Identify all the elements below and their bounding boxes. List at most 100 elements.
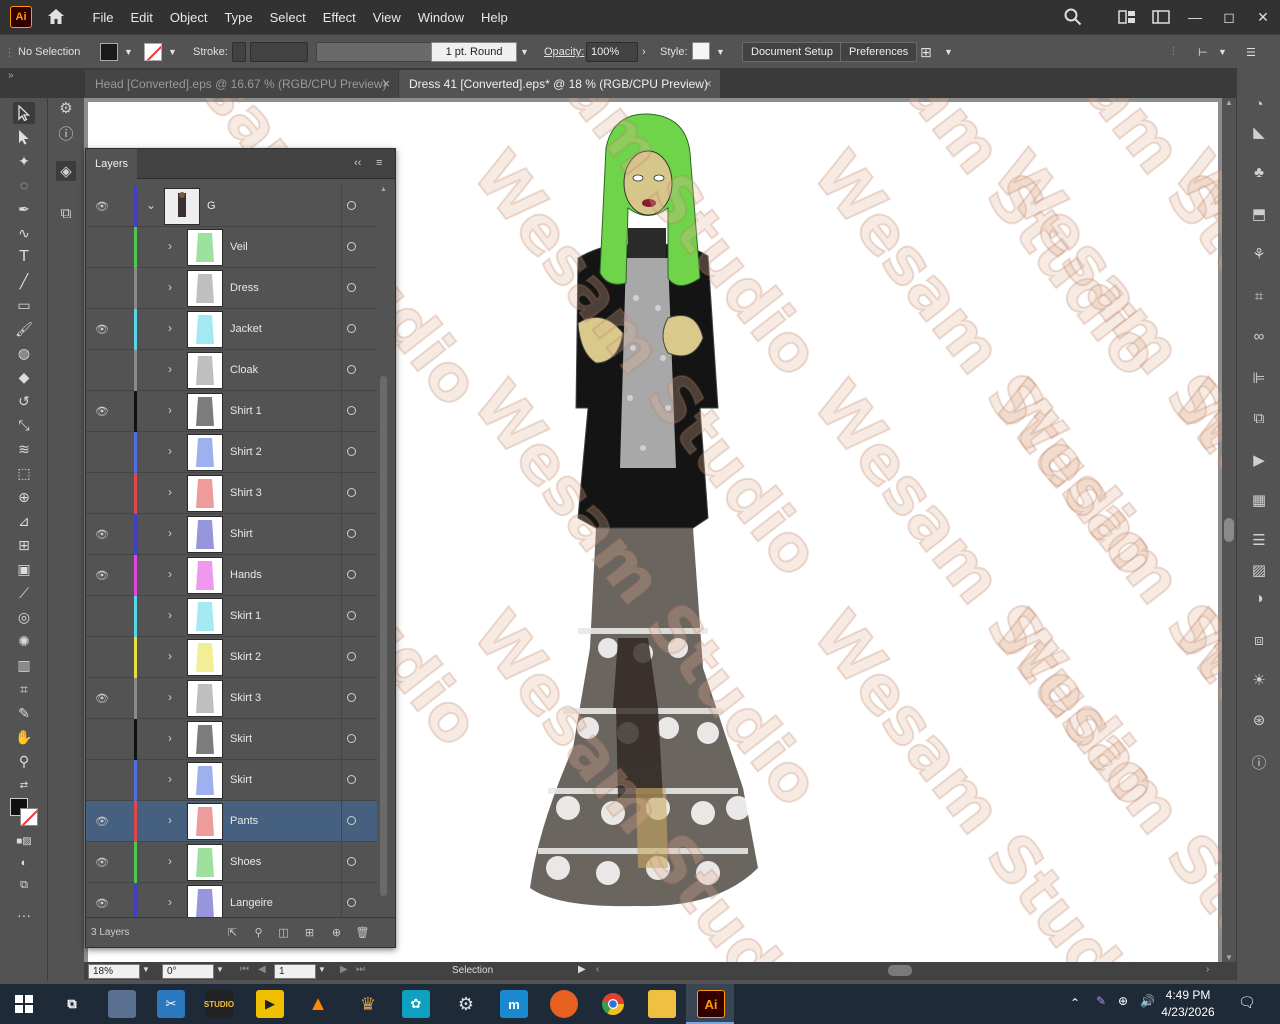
vlc-icon[interactable]: ▲ (304, 990, 332, 1018)
layer-row[interactable]: › Cloak (86, 350, 377, 391)
selection-tool-icon[interactable] (13, 102, 35, 124)
stroke-stepper[interactable] (232, 42, 246, 62)
chevron-down-icon[interactable]: ▼ (716, 42, 725, 62)
eraser-tool-icon[interactable]: ◆ (13, 366, 35, 388)
target-circle-icon[interactable] (347, 365, 356, 374)
info-icon[interactable]: ⓘ (56, 123, 76, 143)
chevron-down-icon[interactable]: ▼ (124, 47, 133, 57)
workspace-icon[interactable] (1144, 0, 1178, 34)
target-circle-icon[interactable] (347, 734, 356, 743)
visibility-eye-icon[interactable]: 👁 (95, 855, 109, 869)
maximize-icon[interactable]: ◻ (1212, 0, 1246, 34)
target-circle-icon[interactable] (347, 283, 356, 292)
edit-toolbar-icon[interactable]: ··· (13, 904, 35, 926)
delete-icon[interactable]: 🗑 (356, 926, 370, 939)
layer-row[interactable]: 👁 › Hands (86, 555, 377, 596)
chevron-right-icon[interactable]: › (168, 526, 172, 540)
layer-row[interactable]: 👁 › Shirt (86, 514, 377, 555)
close-icon[interactable]: ✕ (1246, 0, 1280, 34)
draw-mode-icon[interactable]: ◐ (13, 852, 35, 874)
chevron-right-icon[interactable]: › (168, 854, 172, 868)
target-circle-icon[interactable] (347, 857, 356, 866)
locate-object-icon[interactable]: ⚲ (252, 926, 265, 939)
variable-width-dropdown[interactable] (316, 42, 434, 62)
minimize-icon[interactable]: — (1178, 0, 1212, 34)
artboards-icon[interactable]: ⧉ (56, 203, 76, 223)
chevron-right-icon[interactable]: › (168, 280, 172, 294)
visibility-eye-icon[interactable] (95, 773, 109, 787)
chevron-right-icon[interactable]: › (168, 362, 172, 376)
chevron-right-icon[interactable]: › (168, 813, 172, 827)
scroll-up-icon[interactable]: ▲ (380, 186, 387, 193)
collapse-toolbar-icon[interactable]: » (8, 70, 14, 81)
menu-file[interactable]: File (84, 10, 122, 25)
close-icon[interactable]: × (382, 76, 390, 91)
gradient-panel-icon[interactable]: ◣ (1249, 122, 1269, 142)
visibility-eye-icon[interactable]: 👁 (95, 404, 109, 418)
snipping-tool-icon[interactable]: ✂ (157, 990, 185, 1018)
scroll-thumb[interactable] (1224, 518, 1234, 542)
chevron-down-icon[interactable]: ▼ (318, 965, 326, 974)
utility-app-icon[interactable]: ⚙ (452, 990, 480, 1018)
arrange-documents-icon[interactable] (1110, 0, 1144, 34)
perspective-grid-tool-icon[interactable]: ⊿ (13, 510, 35, 532)
chevron-right-icon[interactable]: › (168, 567, 172, 581)
scroll-up-icon[interactable]: ▲ (1225, 98, 1233, 107)
tab-dress[interactable]: Dress 41 [Converted].eps* @ 18 % (RGB/CP… (399, 70, 720, 98)
swap-fill-stroke-icon[interactable]: ⇄ (13, 774, 35, 796)
opacity-label[interactable]: Opacity: (544, 42, 584, 62)
mesh-tool-icon[interactable]: ⊞ (13, 534, 35, 556)
pen-icon[interactable]: ✎ (1096, 994, 1106, 1008)
symbols-icon[interactable]: ♣ (1249, 162, 1269, 182)
file-explorer-icon[interactable] (648, 990, 676, 1018)
asset-export-icon[interactable]: ⬒ (1249, 204, 1269, 224)
swatches-icon[interactable]: ▦ (1249, 490, 1269, 510)
chevron-right-icon[interactable]: › (168, 608, 172, 622)
player-icon[interactable]: ▶ (256, 990, 284, 1018)
direct-selection-tool-icon[interactable] (13, 126, 35, 148)
task-view-icon[interactable]: ⧉ (58, 990, 86, 1018)
mail-app-icon[interactable]: m (500, 990, 528, 1018)
stroke-panel-icon[interactable]: ☰ (1249, 530, 1269, 550)
type-tool-icon[interactable]: T (13, 246, 35, 268)
artboard-tool-icon[interactable]: ⌗ (13, 678, 35, 700)
scroll-right-icon[interactable]: › (1206, 964, 1209, 975)
graphic-styles-icon[interactable]: ⊛ (1249, 710, 1269, 730)
visibility-eye-icon[interactable] (95, 363, 109, 377)
layer-row[interactable]: › Shirt 3 (86, 473, 377, 514)
layer-row[interactable]: 👁 › Skirt 3 (86, 678, 377, 719)
graphic-style-swatch[interactable] (692, 42, 710, 60)
stroke-color-icon[interactable] (20, 808, 38, 826)
paintbrush-tool-icon[interactable]: 🖌 (13, 318, 35, 340)
color-guide-icon[interactable]: ◔ (1249, 94, 1269, 114)
properties-gear-icon[interactable]: ⚙ (56, 98, 76, 118)
notifications-icon[interactable]: 🗨 (1238, 994, 1256, 1011)
target-circle-icon[interactable] (347, 898, 356, 907)
chevron-right-icon[interactable]: › (168, 403, 172, 417)
gradient-tool-icon[interactable]: ▣ (13, 558, 35, 580)
column-graph-tool-icon[interactable]: ▥ (13, 654, 35, 676)
last-artboard-icon[interactable]: ⏭ (356, 964, 365, 975)
layers-icon[interactable]: ◈ (56, 161, 76, 181)
previous-artboard-icon[interactable]: ◀ (258, 964, 266, 975)
target-circle-icon[interactable] (347, 570, 356, 579)
transform-icon[interactable]: ⌗ (1249, 286, 1269, 306)
zoom-tool-icon[interactable]: ⚲ (13, 750, 35, 772)
horizontal-scroll-thumb[interactable] (888, 965, 912, 976)
target-circle-icon[interactable] (347, 693, 356, 702)
preferences-button[interactable]: Preferences (840, 42, 918, 62)
target-circle-icon[interactable] (347, 611, 356, 620)
document-setup-button[interactable]: Document Setup (742, 42, 842, 62)
curvature-tool-icon[interactable]: ∿ (13, 222, 35, 244)
first-artboard-icon[interactable]: ⏮ (240, 964, 249, 975)
visibility-eye-icon[interactable]: 👁 (95, 199, 109, 213)
target-circle-icon[interactable] (347, 201, 356, 210)
menu-effect[interactable]: Effect (314, 10, 364, 25)
menu-type[interactable]: Type (216, 10, 261, 25)
chevron-down-icon[interactable]: ⌄ (146, 198, 156, 212)
windows-start-icon[interactable] (10, 990, 38, 1018)
target-circle-icon[interactable] (347, 652, 356, 661)
slice-tool-icon[interactable]: ✎ (13, 702, 35, 724)
color-mode-icon[interactable]: ■▨ (13, 830, 35, 852)
chevron-down-icon[interactable]: ▼ (216, 965, 224, 974)
